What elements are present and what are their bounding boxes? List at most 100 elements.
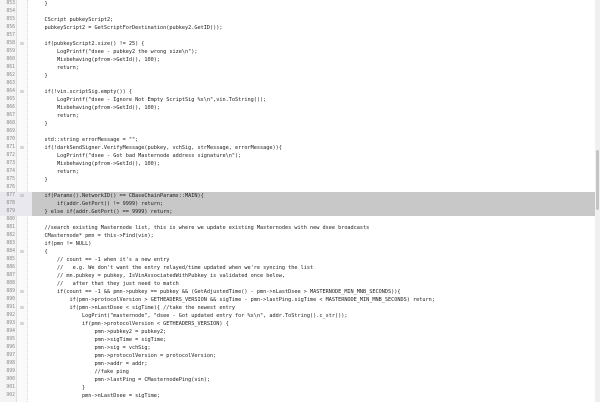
- code-line[interactable]: 899 //fake ping: [0, 368, 600, 376]
- code-lines[interactable]: 853 } 854 855 CScript pubkeyScript2; 856 pu…: [0, 0, 600, 400]
- fold-toggle-icon[interactable]: ⊟: [17, 144, 27, 152]
- code-line[interactable]: 894 pmn->pubkey2 = pubkey2;: [0, 328, 600, 336]
- code-text[interactable]: //search existing Masternode list, this …: [32, 224, 600, 232]
- code-text[interactable]: pmn->nLastDsee = sigTime;: [32, 392, 600, 400]
- code-text[interactable]: pmn->protocolVersion = protocolVersion;: [32, 352, 600, 360]
- code-text[interactable]: std::string errorMessage = "";: [32, 136, 600, 144]
- code-line[interactable]: 872 LogPrintf("dsee - Got bad Masternode…: [0, 152, 600, 160]
- code-line[interactable]: 876: [0, 184, 600, 192]
- code-line[interactable]: 892 LogPrint("masternode", "dsee - Got u…: [0, 312, 600, 320]
- code-line[interactable]: 855 CScript pubkeyScript2;: [0, 16, 600, 24]
- code-line[interactable]: 864 ⊟ if(!vin.scriptSig.empty()) {: [0, 88, 600, 96]
- code-line[interactable]: 869: [0, 128, 600, 136]
- code-line[interactable]: 896 pmn->sig = vchSig;: [0, 344, 600, 352]
- code-text[interactable]: return;: [32, 168, 600, 176]
- code-text[interactable]: pubkeyScript2 = GetScriptForDestination(…: [32, 24, 600, 32]
- code-text[interactable]: LogPrintf("dsee - pubkey2 the wrong size…: [32, 48, 600, 56]
- code-text[interactable]: // e.g. We don't want the entry relayed/…: [32, 264, 600, 272]
- code-text[interactable]: LogPrintf("dsee - Got bad Masternode add…: [32, 152, 600, 160]
- code-text[interactable]: // mn.pubkey = pubkey, IsVinAssociatedWi…: [32, 272, 600, 280]
- code-line[interactable]: 901 }: [0, 384, 600, 392]
- fold-toggle-icon[interactable]: ⊟: [17, 192, 27, 200]
- code-text[interactable]: pmn->pubkey2 = pubkey2;: [32, 328, 600, 336]
- code-text[interactable]: if(Params().NetworkID() == CBaseChainPar…: [32, 192, 600, 200]
- code-line[interactable]: 878 if(addr.GetPort() != 9999) return;: [0, 200, 600, 208]
- code-line[interactable]: 871 ⊟ if(!darkSendSigner.VerifyMessage(pu…: [0, 144, 600, 152]
- code-line[interactable]: 875 }: [0, 176, 600, 184]
- fold-toggle-icon[interactable]: ⊟: [17, 320, 27, 328]
- code-text[interactable]: if(pmn != NULL): [32, 240, 600, 248]
- code-text[interactable]: if(!vin.scriptSig.empty()) {: [32, 88, 600, 96]
- code-line[interactable]: 866 Misbehaving(pfrom->GetId(), 100);: [0, 104, 600, 112]
- code-line[interactable]: 865 LogPrintf("dsee - Ignore Not Empty S…: [0, 96, 600, 104]
- code-line[interactable]: 873 Misbehaving(pfrom->GetId(), 100);: [0, 160, 600, 168]
- code-text[interactable]: }: [32, 176, 600, 184]
- code-text[interactable]: CScript pubkeyScript2;: [32, 16, 600, 24]
- code-text[interactable]: if(!darkSendSigner.VerifyMessage(pubkey,…: [32, 144, 600, 152]
- code-line[interactable]: 888 // after that they just need to matc…: [0, 280, 600, 288]
- code-text[interactable]: if(count == -1 && pmn->pubkey == pubkey …: [32, 288, 600, 296]
- code-text[interactable]: if(pmn->protocolVersion < GETHEADERS_VER…: [32, 320, 600, 328]
- code-line[interactable]: 898 pmn->addr = addr;: [0, 360, 600, 368]
- code-text[interactable]: if(pmn->nLastDsee < sigTime){ //take the…: [32, 304, 600, 312]
- code-text[interactable]: pmn->sig = vchSig;: [32, 344, 600, 352]
- code-line[interactable]: 854: [0, 8, 600, 16]
- code-line[interactable]: 874 return;: [0, 168, 600, 176]
- code-text[interactable]: return;: [32, 64, 600, 72]
- code-text[interactable]: if(pmn->protocolVersion > GETHEADERS_VER…: [32, 296, 600, 304]
- code-line[interactable]: 883 if(pmn != NULL): [0, 240, 600, 248]
- code-line[interactable]: 870 std::string errorMessage = "";: [0, 136, 600, 144]
- code-editor[interactable]: 853 } 854 855 CScript pubkeyScript2; 856 pu…: [0, 0, 600, 402]
- fold-toggle-icon[interactable]: ⊟: [17, 248, 27, 256]
- code-text[interactable]: } else if(addr.GetPort() == 9999) return…: [32, 208, 600, 216]
- code-text[interactable]: }: [32, 120, 600, 128]
- code-line[interactable]: 859 LogPrintf("dsee - pubkey2 the wrong …: [0, 48, 600, 56]
- vertical-scrollbar[interactable]: [595, 0, 600, 402]
- code-text[interactable]: //fake ping: [32, 368, 600, 376]
- code-text[interactable]: pmn->addr = addr;: [32, 360, 600, 368]
- code-text[interactable]: if(pubkeyScript2.size() != 25) {: [32, 40, 600, 48]
- fold-toggle-icon[interactable]: ⊟: [17, 40, 27, 48]
- code-line[interactable]: 861 return;: [0, 64, 600, 72]
- code-line[interactable]: 879 } else if(addr.GetPort() == 9999) re…: [0, 208, 600, 216]
- code-text[interactable]: }: [32, 72, 600, 80]
- code-line[interactable]: 877 ⊟ if(Params().NetworkID() == CBaseCha…: [0, 192, 600, 200]
- code-text[interactable]: Misbehaving(pfrom->GetId(), 100);: [32, 104, 600, 112]
- code-line[interactable]: 887 // mn.pubkey = pubkey, IsVinAssociat…: [0, 272, 600, 280]
- code-line[interactable]: 868 }: [0, 120, 600, 128]
- code-text[interactable]: if(addr.GetPort() != 9999) return;: [32, 200, 600, 208]
- code-text[interactable]: pmn->sigTime = sigTime;: [32, 336, 600, 344]
- code-text[interactable]: Misbehaving(pfrom->GetId(), 100);: [32, 160, 600, 168]
- code-line[interactable]: 886 // e.g. We don't want the entry rela…: [0, 264, 600, 272]
- code-line[interactable]: 857: [0, 32, 600, 40]
- code-text[interactable]: LogPrint("masternode", "dsee - Got updat…: [32, 312, 600, 320]
- code-line[interactable]: 893 ⊟ if(pmn->protocolVersion < GETHEADER…: [0, 320, 600, 328]
- code-line[interactable]: 902 pmn->nLastDsee = sigTime;: [0, 392, 600, 400]
- fold-toggle-icon[interactable]: ⊟: [17, 288, 27, 296]
- code-text[interactable]: {: [32, 248, 600, 256]
- code-line[interactable]: 890 if(pmn->protocolVersion > GETHEADERS…: [0, 296, 600, 304]
- code-line[interactable]: 858 ⊟ if(pubkeyScript2.size() != 25) {: [0, 40, 600, 48]
- code-text[interactable]: }: [32, 0, 600, 8]
- code-line[interactable]: 895 pmn->sigTime = sigTime;: [0, 336, 600, 344]
- code-text[interactable]: pmn->lastPing = CMasternodePing(vin);: [32, 376, 600, 384]
- code-text[interactable]: Misbehaving(pfrom->GetId(), 100);: [32, 56, 600, 64]
- fold-toggle-icon[interactable]: ⊟: [17, 304, 27, 312]
- code-text[interactable]: return;: [32, 112, 600, 120]
- code-line[interactable]: 862 }: [0, 72, 600, 80]
- code-text[interactable]: LogPrintf("dsee - Ignore Not Empty Scrip…: [32, 96, 600, 104]
- code-line[interactable]: 889 ⊟ if(count == -1 && pmn->pubkey == pu…: [0, 288, 600, 296]
- code-text[interactable]: // count == -1 when it's a new entry: [32, 256, 600, 264]
- scrollbar-thumb[interactable]: [596, 150, 599, 210]
- code-line[interactable]: 884 ⊟ {: [0, 248, 600, 256]
- code-text[interactable]: // after that they just need to match: [32, 280, 600, 288]
- code-text[interactable]: }: [32, 384, 600, 392]
- code-line[interactable]: 853 }: [0, 0, 600, 8]
- code-line[interactable]: 882 CMasternode* pmn = this->Find(vin);: [0, 232, 600, 240]
- code-line[interactable]: 897 pmn->protocolVersion = protocolVersi…: [0, 352, 600, 360]
- code-line[interactable]: 863: [0, 80, 600, 88]
- code-line[interactable]: 900 pmn->lastPing = CMasternodePing(vin)…: [0, 376, 600, 384]
- code-line[interactable]: 881 //search existing Masternode list, t…: [0, 224, 600, 232]
- code-line[interactable]: 867 return;: [0, 112, 600, 120]
- code-line[interactable]: 860 Misbehaving(pfrom->GetId(), 100);: [0, 56, 600, 64]
